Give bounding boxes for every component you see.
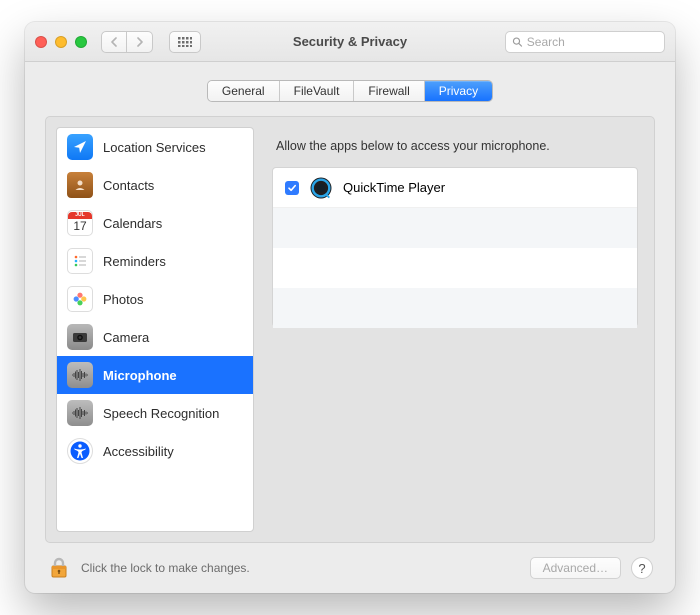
accessibility-icon	[67, 438, 93, 464]
sidebar-label: Camera	[103, 330, 149, 345]
lock-text: Click the lock to make changes.	[81, 561, 250, 575]
sidebar-label: Speech Recognition	[103, 406, 219, 421]
sidebar-item-accessibility[interactable]: Accessibility	[57, 432, 253, 470]
tab-filevault[interactable]: FileVault	[280, 81, 355, 101]
sidebar-item-photos[interactable]: Photos	[57, 280, 253, 318]
back-button[interactable]	[101, 31, 127, 53]
sidebar-item-microphone[interactable]: Microphone	[57, 356, 253, 394]
quicktime-icon	[309, 176, 333, 200]
empty-row	[273, 248, 637, 288]
sidebar-label: Reminders	[103, 254, 166, 269]
app-row-quicktime[interactable]: QuickTime Player	[273, 168, 637, 208]
preferences-window: Security & Privacy General FileVault Fir…	[25, 22, 675, 593]
sidebar-item-camera[interactable]: Camera	[57, 318, 253, 356]
sidebar-label: Photos	[103, 292, 143, 307]
sidebar-label: Location Services	[103, 140, 206, 155]
sidebar-label: Microphone	[103, 368, 177, 383]
speech-icon	[67, 400, 93, 426]
forward-button[interactable]	[127, 31, 153, 53]
close-button[interactable]	[35, 36, 47, 48]
window-controls	[35, 36, 87, 48]
camera-icon	[67, 324, 93, 350]
search-field-wrap[interactable]	[505, 31, 665, 53]
lock-icon[interactable]	[47, 556, 71, 580]
nav-buttons	[101, 31, 153, 53]
sidebar-label: Calendars	[103, 216, 162, 231]
tab-privacy[interactable]: Privacy	[425, 81, 492, 101]
calendar-icon: JUL 17	[67, 210, 93, 236]
tab-firewall[interactable]: Firewall	[354, 81, 424, 101]
microphone-icon	[67, 362, 93, 388]
footer: Click the lock to make changes. Advanced…	[25, 543, 675, 593]
show-all-button[interactable]	[169, 31, 201, 53]
app-name: QuickTime Player	[343, 180, 445, 195]
search-input[interactable]	[527, 35, 658, 49]
location-icon	[67, 134, 93, 160]
titlebar: Security & Privacy	[25, 22, 675, 62]
advanced-button[interactable]: Advanced…	[530, 557, 621, 579]
tab-bar: General FileVault Firewall Privacy	[25, 80, 675, 102]
zoom-button[interactable]	[75, 36, 87, 48]
sidebar-item-location[interactable]: Location Services	[57, 128, 253, 166]
sidebar-item-speech[interactable]: Speech Recognition	[57, 394, 253, 432]
sidebar-item-reminders[interactable]: Reminders	[57, 242, 253, 280]
app-list: QuickTime Player	[272, 167, 638, 327]
sidebar-label: Contacts	[103, 178, 154, 193]
detail-panel: Allow the apps below to access your micr…	[266, 127, 644, 532]
category-sidebar: Location Services Contacts JUL 17 Calend…	[56, 127, 254, 532]
reminders-icon	[67, 248, 93, 274]
empty-row	[273, 208, 637, 248]
help-button[interactable]: ?	[631, 557, 653, 579]
sidebar-label: Accessibility	[103, 444, 174, 459]
content-panel: Location Services Contacts JUL 17 Calend…	[45, 116, 655, 543]
detail-description: Allow the apps below to access your micr…	[272, 131, 638, 167]
tab-general[interactable]: General	[208, 81, 280, 101]
empty-row	[273, 288, 637, 328]
sidebar-item-contacts[interactable]: Contacts	[57, 166, 253, 204]
contacts-icon	[67, 172, 93, 198]
minimize-button[interactable]	[55, 36, 67, 48]
app-checkbox[interactable]	[285, 181, 299, 195]
segmented-control: General FileVault Firewall Privacy	[207, 80, 493, 102]
search-icon	[512, 36, 523, 48]
photos-icon	[67, 286, 93, 312]
sidebar-item-calendars[interactable]: JUL 17 Calendars	[57, 204, 253, 242]
